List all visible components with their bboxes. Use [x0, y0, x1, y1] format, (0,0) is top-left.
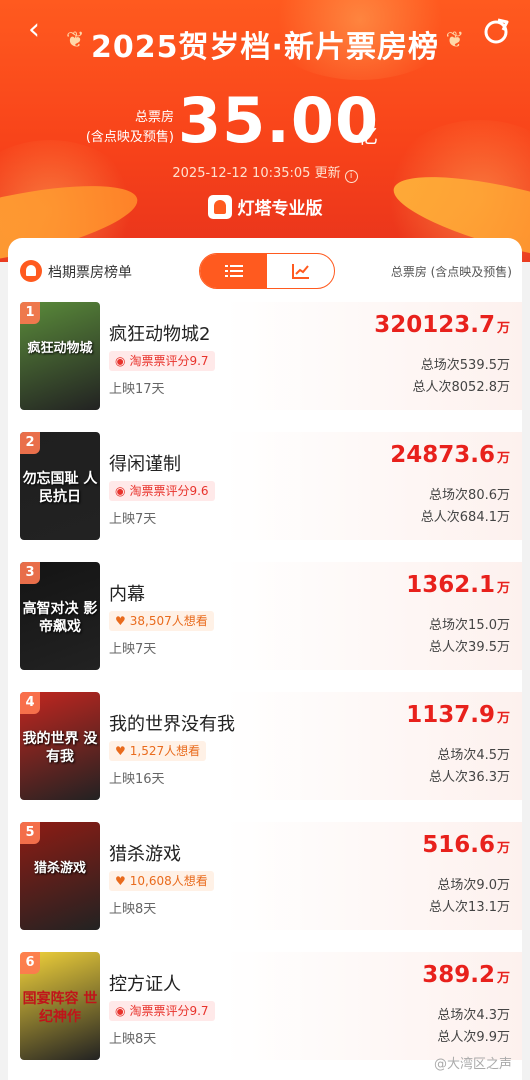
total-shows: 总场次15.0万	[429, 618, 510, 633]
total-audience: 总人次684.1万	[420, 510, 510, 525]
list-view-button[interactable]	[200, 254, 267, 288]
heart-icon: ♥	[115, 874, 126, 888]
ranking-panel: 档期票房榜单 总票房 (含点映及预售) 1 疯狂动物城 疯狂动物城2 ◉ 淘票票…	[8, 238, 522, 1080]
total-audience: 总人次9.9万	[437, 1030, 510, 1045]
total-box-label: 总票房 (含点映及预售)	[85, 110, 174, 145]
movie-title[interactable]: 控方证人	[109, 970, 181, 996]
movie-tag: ◉ 淘票票评分9.7	[109, 1001, 215, 1021]
movie-tag: ◉ 淘票票评分9.7	[109, 351, 215, 371]
rank-badge: 2	[20, 432, 40, 454]
movie-title[interactable]: 我的世界没有我	[109, 710, 235, 736]
rank-badge: 3	[20, 562, 40, 584]
movie-title[interactable]: 内幕	[109, 580, 145, 606]
release-days: 上映7天	[109, 642, 157, 657]
watermark: @大湾区之声	[433, 1057, 512, 1072]
box-office: 1137.9 万	[406, 702, 510, 728]
chart-view-button[interactable]	[267, 254, 334, 288]
rank-badge: 6	[20, 952, 40, 974]
release-days: 上映17天	[109, 382, 165, 397]
rank-badge: 4	[20, 692, 40, 714]
total-shows: 总场次539.5万	[420, 358, 510, 373]
rank-badge: 1	[20, 302, 40, 324]
movie-row[interactable]: 6 国宴阵容 世纪神作 控方证人 ◉ 淘票票评分9.7 上映8天 389.2 万 总…	[8, 948, 522, 1060]
poster-caption: 高智对决 影帝飙戏	[22, 601, 98, 635]
box-office: 320123.7 万	[374, 312, 510, 338]
total-box-column-label: 总票房 (含点映及预售)	[390, 265, 512, 279]
brand-logo-icon	[207, 195, 232, 219]
movie-row[interactable]: 2 勿忘国耻 人民抗日 得闲谨制 ◉ 淘票票评分9.6 上映7天 24873.6 万…	[8, 428, 522, 540]
movie-row[interactable]: 4 我的世界 没有我 我的世界没有我 ♥ 1,527人想看 上映16天 1137.…	[8, 688, 522, 800]
total-shows: 总场次9.0万	[437, 878, 510, 893]
movie-poster[interactable]: 1 疯狂动物城	[20, 302, 100, 410]
panel-title: 档期票房榜单	[48, 265, 132, 281]
total-box-unit: 亿	[358, 124, 378, 148]
view-toggle	[199, 253, 335, 289]
total-shows: 总场次4.5万	[437, 748, 510, 763]
update-time: 2025-12-12 10:35:05 更新 i	[0, 162, 530, 183]
movie-poster[interactable]: 6 国宴阵容 世纪神作	[20, 952, 100, 1060]
release-days: 上映8天	[109, 902, 157, 917]
list-icon	[224, 265, 243, 277]
panel-header: 档期票房榜单 总票房 (含点映及预售)	[8, 238, 522, 298]
box-office: 516.6 万	[422, 832, 510, 858]
taopiaopiao-icon: ◉	[115, 1004, 126, 1018]
box-office: 24873.6 万	[390, 442, 510, 468]
total-shows: 总场次80.6万	[429, 488, 510, 503]
movie-poster[interactable]: 3 高智对决 影帝飙戏	[20, 562, 100, 670]
total-audience: 总人次39.5万	[429, 640, 510, 655]
total-audience: 总人次8052.8万	[412, 380, 511, 395]
box-office: 389.2 万	[422, 962, 510, 988]
movie-poster[interactable]: 4 我的世界 没有我	[20, 692, 100, 800]
total-audience: 总人次13.1万	[429, 900, 510, 915]
movie-poster[interactable]: 5 猎杀游戏	[20, 822, 100, 930]
taopiaopiao-icon: ◉	[115, 484, 126, 498]
release-days: 上映16天	[109, 772, 165, 787]
release-days: 上映8天	[109, 1032, 157, 1047]
poster-caption: 国宴阵容 世纪神作	[22, 991, 98, 1025]
movie-tag: ♥ 1,527人想看	[109, 741, 207, 761]
movie-title[interactable]: 得闲谨制	[109, 450, 181, 476]
poster-caption: 勿忘国耻 人民抗日	[22, 471, 98, 505]
poster-caption: 我的世界 没有我	[22, 731, 98, 765]
ranking-icon	[20, 260, 42, 282]
brand-badge: 灯塔专业版	[0, 194, 530, 219]
movie-row[interactable]: 3 高智对决 影帝飙戏 内幕 ♥ 38,507人想看 上映7天 1362.1 万 总…	[8, 558, 522, 670]
movie-tag: ♥ 10,608人想看	[109, 871, 214, 891]
movie-tag: ◉ 淘票票评分9.6	[109, 481, 215, 501]
info-icon[interactable]: i	[344, 170, 358, 183]
movie-poster[interactable]: 2 勿忘国耻 人民抗日	[20, 432, 100, 540]
page-title: 2025贺岁档·新片票房榜	[91, 30, 439, 65]
poster-caption: 疯狂动物城	[27, 341, 93, 356]
box-office: 1362.1 万	[406, 572, 510, 598]
movie-row[interactable]: 5 猎杀游戏 猎杀游戏 ♥ 10,608人想看 上映8天 516.6 万 总场次9.…	[8, 818, 522, 930]
movie-title[interactable]: 猎杀游戏	[109, 840, 181, 866]
rank-badge: 5	[20, 822, 40, 844]
header-banner: ‹ ❦ ❦ 2025贺岁档·新片票房榜 总票房 (含点映及预售) 35.00 亿…	[0, 0, 530, 262]
heart-icon: ♥	[115, 614, 126, 628]
total-box-value: 35.00	[178, 84, 380, 157]
chart-icon	[291, 264, 309, 279]
poster-caption: 猎杀游戏	[33, 861, 86, 876]
movie-tag: ♥ 38,507人想看	[109, 611, 214, 631]
total-shows: 总场次4.3万	[437, 1008, 510, 1023]
total-audience: 总人次36.3万	[429, 770, 510, 785]
taopiaopiao-icon: ◉	[115, 354, 126, 368]
release-days: 上映7天	[109, 512, 157, 527]
movie-row[interactable]: 1 疯狂动物城 疯狂动物城2 ◉ 淘票票评分9.7 上映17天 320123.7 万…	[8, 298, 522, 410]
movie-title[interactable]: 疯狂动物城2	[109, 320, 210, 346]
heart-icon: ♥	[115, 744, 126, 758]
